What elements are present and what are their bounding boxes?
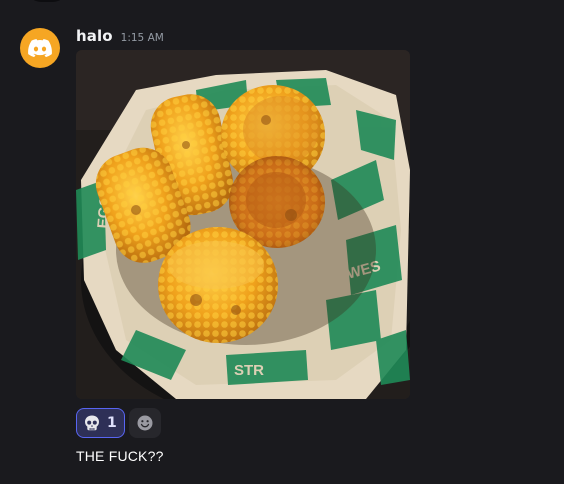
grilled-corn-photo: EGGS WES STR: [76, 50, 410, 399]
avatar[interactable]: [20, 28, 60, 68]
timestamp[interactable]: 1:15 AM: [121, 32, 164, 44]
smiley-icon: [137, 415, 153, 431]
skull-icon: [85, 415, 99, 431]
svg-text:STR: STR: [234, 362, 264, 379]
chat-message-view: halo 1:15 AM WES STR 1 THE FUCK??: [0, 0, 564, 484]
image-attachment[interactable]: EGGS WES STR: [76, 50, 410, 399]
reaction-count: 1: [107, 415, 117, 431]
add-reaction-button[interactable]: [128, 408, 161, 438]
reaction-skull[interactable]: 1: [76, 408, 125, 438]
reactions-bar: 1: [76, 408, 161, 438]
message-header: halo 1:15 AM: [76, 27, 164, 47]
message-text: THE FUCK??: [76, 448, 164, 464]
previous-message-avatar: [27, 0, 67, 2]
discord-logo-icon: [28, 39, 52, 57]
username[interactable]: halo: [76, 27, 113, 45]
